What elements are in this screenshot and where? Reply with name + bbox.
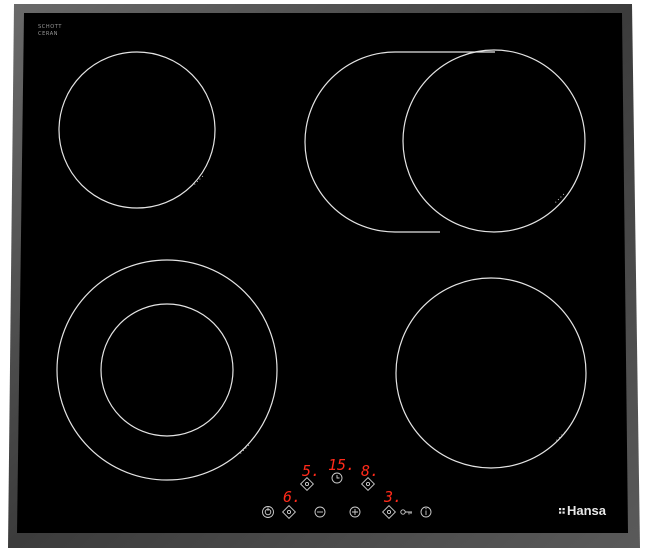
svg-text:Hansa: Hansa [567, 503, 607, 518]
brand-logo: Hansa [559, 503, 607, 518]
svg-text:SCHOTT: SCHOTT [38, 24, 62, 30]
display-timer: 15. [328, 456, 355, 474]
display-zone-bottom-left: 6. [283, 488, 301, 506]
ceramic-glass [17, 13, 628, 533]
svg-text:CERAN: CERAN [38, 31, 58, 37]
display-zone-top-left: 5. [302, 462, 320, 480]
display-zone-bottom-right: 3. [383, 488, 402, 506]
display-zone-top-right: 8. [361, 462, 379, 480]
cooktop: SCHOTT CERAN • • • • • • • • • • • • • •… [8, 4, 640, 548]
